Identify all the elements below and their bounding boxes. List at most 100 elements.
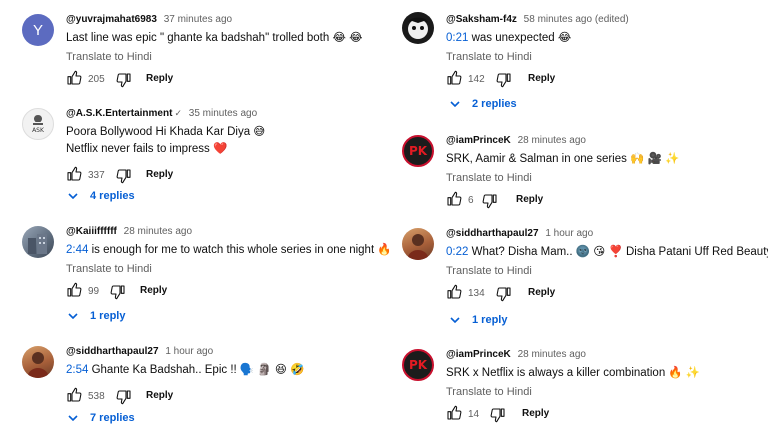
comment-time[interactable]: 28 minutes ago	[124, 226, 192, 237]
comment-text-line: Netflix never fails to impress ❤️	[66, 143, 228, 155]
comment-header: @Kaiiiffffff 28 minutes ago	[66, 225, 384, 238]
comment-header: @Saksham-f4z 58 minutes ago (edited)	[446, 13, 768, 26]
replies-count: 1 reply	[472, 314, 508, 326]
show-replies-button[interactable]: 1 reply	[68, 310, 125, 322]
chevron-down-icon	[68, 193, 78, 199]
reply-button[interactable]: Reply	[516, 194, 543, 205]
comment-author[interactable]: @yuvrajmahat6983	[66, 14, 157, 25]
avatar[interactable]: PK	[402, 135, 434, 167]
comment-time[interactable]: 28 minutes ago	[518, 135, 586, 146]
ask-logo-icon: ASK	[32, 115, 45, 134]
like-count: 142	[468, 74, 485, 85]
like-count: 337	[88, 170, 105, 181]
thumbs-down-icon[interactable]	[116, 389, 132, 405]
thumbs-down-icon[interactable]	[482, 193, 498, 209]
comment-time[interactable]: 35 minutes ago	[189, 108, 257, 119]
avatar-letters: PK	[408, 144, 428, 158]
comment-text: Last line was epic " ghante ka badshah" …	[66, 32, 363, 44]
comment-actions: 134 Reply	[446, 284, 768, 304]
verified-check-icon: ✓	[174, 108, 182, 118]
reply-button[interactable]: Reply	[528, 73, 555, 84]
comment-text-body: was unexpected 😂	[468, 32, 572, 44]
translate-link[interactable]: Translate to Hindi	[66, 50, 384, 64]
comment-text-body: is enough for me to watch this whole ser…	[88, 244, 392, 256]
translate-link[interactable]: Translate to Hindi	[446, 171, 768, 185]
comment-author[interactable]: @Kaiiiffffff	[66, 226, 117, 237]
comment-actions: 205 Reply	[66, 70, 384, 90]
comment-author[interactable]: @Saksham-f4z	[446, 14, 517, 25]
translate-link[interactable]: Translate to Hindi	[66, 262, 384, 276]
thumbs-up-icon[interactable]	[66, 282, 82, 298]
comment-author[interactable]: @A.S.K.Entertainment	[66, 108, 172, 119]
video-timestamp-link[interactable]: 0:21	[446, 32, 468, 44]
avatar[interactable]	[402, 228, 434, 260]
comment-header: @siddharthapaul27 1 hour ago	[446, 227, 768, 240]
avatar[interactable]: Y	[22, 14, 54, 46]
thumbs-down-icon[interactable]	[490, 407, 506, 423]
like-count: 14	[468, 409, 480, 420]
thumbs-up-icon[interactable]	[446, 70, 462, 86]
comment-text-body: Ghante Ka Badshah.. Epic !! 🗣️ 🗿 😆 🤣	[88, 364, 305, 376]
translate-link[interactable]: Translate to Hindi	[446, 385, 768, 399]
reply-button[interactable]: Reply	[140, 285, 167, 296]
thumbs-down-icon[interactable]	[116, 72, 132, 88]
replies-count: 7 replies	[90, 412, 135, 424]
comment-author[interactable]: @iamPrinceK	[446, 135, 511, 146]
comment-header: @yuvrajmahat6983 37 minutes ago	[66, 13, 384, 26]
comment-author[interactable]: @siddharthapaul27	[446, 228, 539, 239]
video-timestamp-link[interactable]: 0:22	[446, 246, 468, 258]
thumbs-up-icon[interactable]	[66, 387, 82, 403]
person-photo-icon	[407, 234, 429, 260]
comment-time[interactable]: 58 minutes ago (edited)	[524, 14, 629, 25]
like-count: 538	[88, 391, 105, 402]
thumbs-up-icon[interactable]	[66, 166, 82, 182]
reply-button[interactable]: Reply	[146, 73, 173, 84]
show-replies-button[interactable]: 4 replies	[68, 190, 135, 202]
comment-text: SRK x Netflix is always a killer combina…	[446, 367, 701, 379]
thumbs-down-icon[interactable]	[496, 72, 512, 88]
person-photo-icon	[27, 352, 49, 378]
avatar[interactable]	[22, 226, 54, 258]
chevron-down-icon	[68, 415, 78, 421]
thumbs-up-icon[interactable]	[446, 191, 462, 207]
comment-time[interactable]: 1 hour ago	[165, 346, 213, 357]
video-timestamp-link[interactable]: 2:44	[66, 244, 88, 256]
thumbs-up-icon[interactable]	[446, 405, 462, 421]
comment-text: 2:54 Ghante Ka Badshah.. Epic !! 🗣️ 🗿 😆 …	[66, 362, 384, 379]
show-replies-button[interactable]: 2 replies	[450, 98, 517, 110]
thumbs-down-icon[interactable]	[110, 284, 126, 300]
comment-text-body: What? Disha Mam.. 🌚 😘 ❣️ Disha Patani Uf…	[468, 246, 768, 258]
comment-time[interactable]: 37 minutes ago	[164, 14, 232, 25]
thumbs-up-icon[interactable]	[446, 284, 462, 300]
thumbs-down-icon[interactable]	[496, 286, 512, 302]
comment-author[interactable]: @iamPrinceK	[446, 349, 511, 360]
reply-button[interactable]: Reply	[146, 390, 173, 401]
comment-time[interactable]: 1 hour ago	[545, 228, 593, 239]
reply-button[interactable]: Reply	[146, 169, 173, 180]
translate-link[interactable]: Translate to Hindi	[446, 50, 768, 64]
comment-header: @siddharthapaul27 1 hour ago	[66, 345, 384, 358]
like-count: 99	[88, 286, 100, 297]
reply-button[interactable]: Reply	[528, 287, 555, 298]
comment-header: @A.S.K.Entertainment ✓ 35 minutes ago	[66, 107, 384, 120]
comment-time[interactable]: 28 minutes ago	[518, 349, 586, 360]
avatar-letters: PK	[408, 358, 428, 372]
show-replies-button[interactable]: 1 reply	[450, 314, 507, 326]
show-replies-button[interactable]: 7 replies	[68, 412, 135, 424]
comment-actions: 538 Reply	[66, 387, 384, 407]
avatar-letter: Y	[32, 21, 43, 39]
translate-link[interactable]: Translate to Hindi	[446, 264, 768, 278]
thumbs-up-icon[interactable]	[66, 70, 82, 86]
avatar[interactable]: ASK	[22, 108, 54, 140]
comment-author[interactable]: @siddharthapaul27	[66, 346, 159, 357]
replies-count: 2 replies	[472, 98, 517, 110]
chevron-down-icon	[450, 317, 460, 323]
avatar[interactable]: PK	[402, 349, 434, 381]
video-timestamp-link[interactable]: 2:54	[66, 364, 88, 376]
thumbs-down-icon[interactable]	[116, 168, 132, 184]
avatar[interactable]	[22, 346, 54, 378]
replies-count: 1 reply	[90, 310, 126, 322]
avatar[interactable]	[402, 12, 434, 44]
chevron-down-icon	[450, 101, 460, 107]
reply-button[interactable]: Reply	[522, 408, 549, 419]
